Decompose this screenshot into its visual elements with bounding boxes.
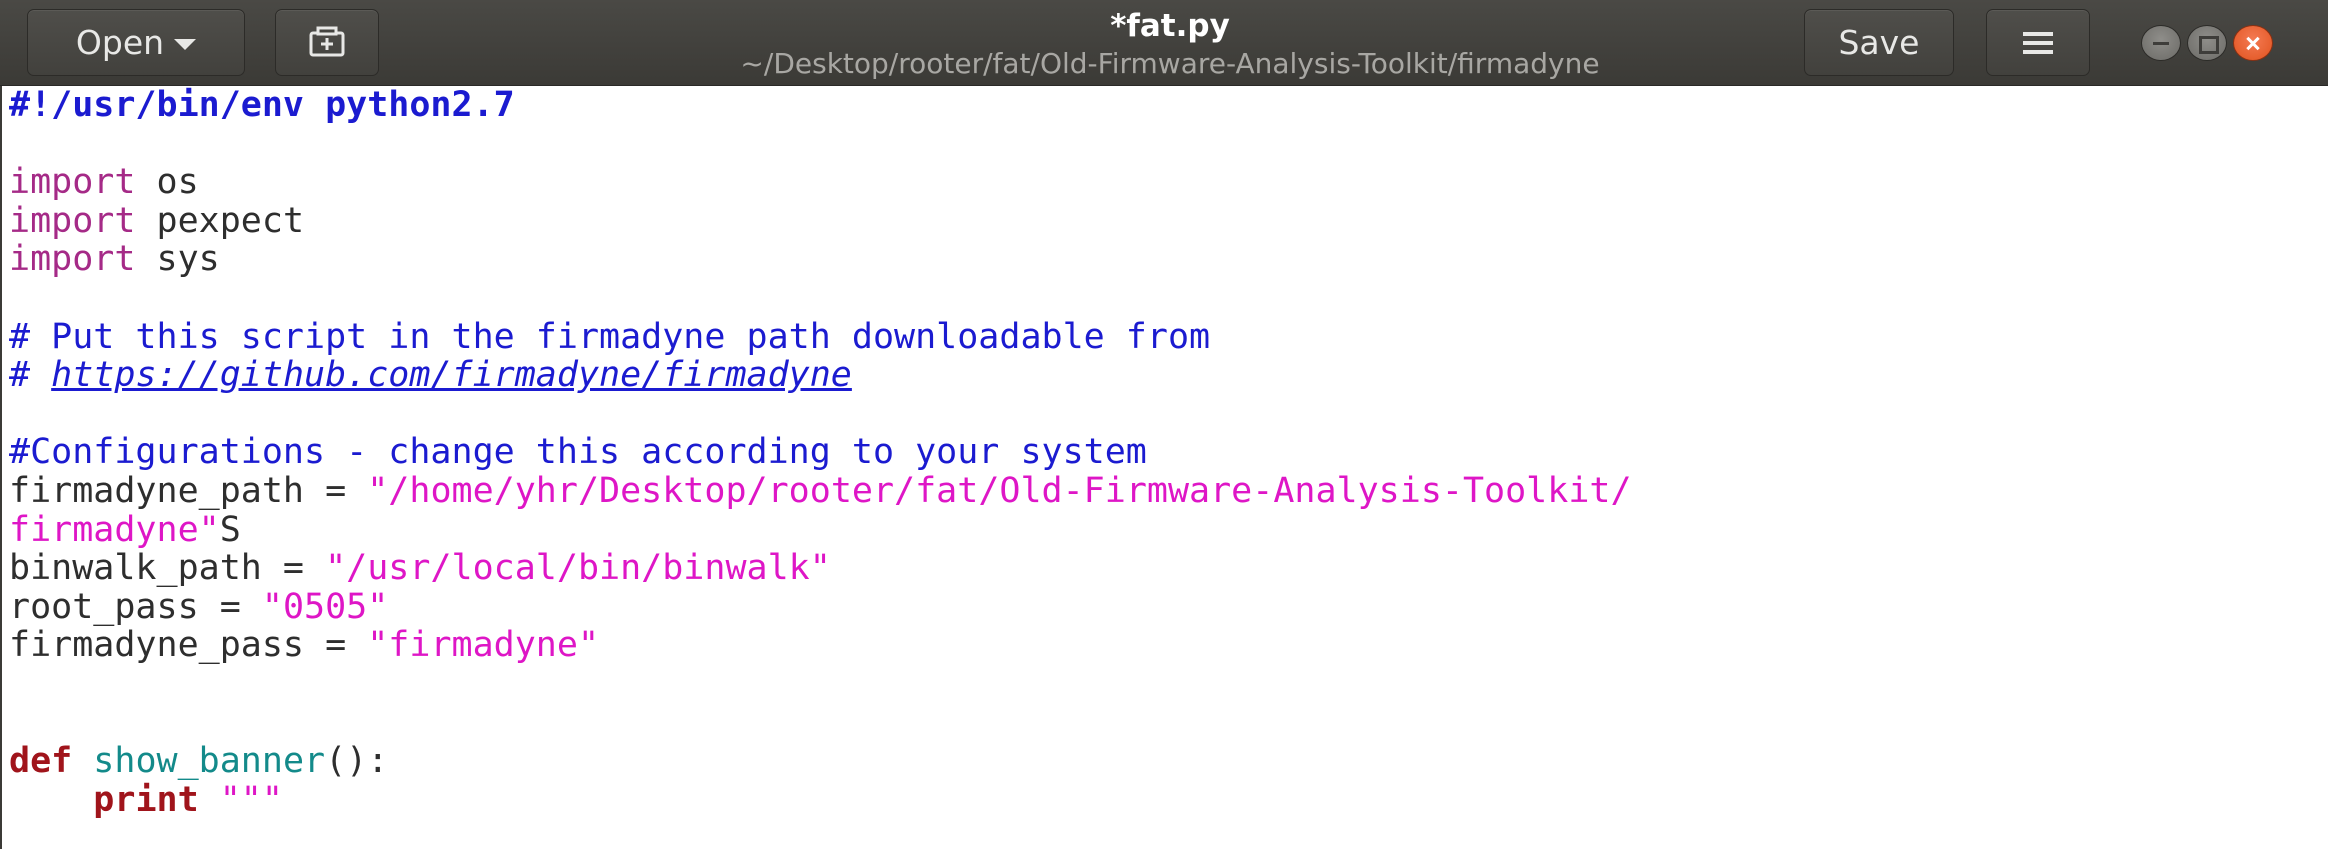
maximize-icon[interactable] — [2187, 25, 2227, 61]
code-line[interactable]: firmadyne"S — [9, 509, 1632, 550]
code-token-text: firmadyne_pass = — [9, 625, 368, 666]
code-line[interactable]: import pexpect — [9, 200, 1632, 241]
code-token-kw: import — [9, 200, 136, 241]
code-line[interactable]: def show_banner(): — [9, 742, 1632, 781]
menu-button[interactable] — [1986, 9, 2090, 76]
code-token-string: "firmadyne" — [367, 625, 600, 666]
code-token-url[interactable]: https://github.com/firmadyne/firmadyne — [51, 355, 852, 395]
code-token-text: os — [135, 162, 199, 203]
code-token-def: print — [93, 779, 199, 820]
code-token-string: "/usr/local/bin/binwalk" — [325, 548, 831, 589]
code-line[interactable] — [9, 665, 1632, 704]
code-line[interactable]: firmadyne_pass = "firmadyne" — [9, 626, 1632, 665]
save-button[interactable]: Save — [1804, 9, 1954, 76]
new-document-icon — [309, 26, 345, 56]
code-line[interactable]: print """ — [9, 779, 1632, 820]
minimize-icon[interactable] — [2141, 25, 2181, 61]
code-token-string: """ — [219, 779, 283, 820]
open-button-label: Open — [75, 23, 165, 62]
code-token-func: show_banner — [93, 741, 326, 782]
code-token-string: "/home/yhr/Desktop/rooter/fat/Old-Firmwa… — [367, 470, 1632, 511]
code-line[interactable]: #!/usr/bin/env python2.7 — [9, 86, 1632, 125]
code-token-shebang: #!/usr/bin/env python2.7 — [9, 86, 515, 125]
code-token-string: firmadyne" — [9, 509, 220, 550]
hamburger-menu-icon — [2023, 31, 2053, 54]
code-token-text: pexpect — [135, 200, 305, 241]
code-token-text: binwalk_path = — [9, 548, 326, 589]
code-line[interactable] — [9, 279, 1632, 318]
window-title: *fat.py ~/Desktop/rooter/fat/Old-Firmwar… — [560, 6, 1780, 82]
code-token-text: S — [219, 509, 241, 550]
code-token-string: "0505" — [261, 586, 389, 627]
document-path: ~/Desktop/rooter/fat/Old-Firmware-Analys… — [740, 47, 1600, 80]
code-line[interactable]: import os — [9, 163, 1632, 202]
document-title: *fat.py — [1110, 8, 1230, 44]
code-editor[interactable]: #!/usr/bin/env python2.7 import os import… — [0, 86, 2328, 849]
code-line[interactable]: binwalk_path = "/usr/local/bin/binwalk" — [9, 549, 1632, 588]
code-token-comment: # — [9, 355, 52, 396]
code-text[interactable]: #!/usr/bin/env python2.7 import os import… — [9, 86, 1632, 819]
code-token-text: firmadyne_path = — [9, 470, 368, 511]
code-token-comment: #Configurations - change this according … — [9, 432, 1147, 473]
open-button[interactable]: Open — [27, 9, 245, 76]
code-line[interactable]: #Configurations - change this according … — [9, 433, 1632, 472]
code-token-kw: import — [9, 239, 136, 280]
code-token-text: (): — [325, 741, 389, 782]
code-line[interactable]: root_pass = "0505" — [9, 586, 1632, 627]
code-line[interactable] — [9, 395, 1632, 434]
code-line[interactable]: import sys — [9, 240, 1632, 279]
header-bar: Open *fat.py ~/Desktop/rooter/fat/Old-Fi… — [0, 0, 2328, 86]
code-line[interactable] — [9, 704, 1632, 743]
save-button-label: Save — [1838, 23, 1920, 62]
code-token-comment: # Put this script in the firmadyne path … — [9, 316, 1211, 357]
code-line[interactable] — [9, 125, 1632, 164]
chevron-down-icon — [174, 39, 197, 50]
code-line[interactable]: firmadyne_path = "/home/yhr/Desktop/root… — [9, 472, 1632, 511]
new-tab-button[interactable] — [275, 9, 379, 76]
code-line[interactable]: # Put this script in the firmadyne path … — [9, 316, 1632, 357]
code-token-text: root_pass = — [9, 586, 262, 627]
code-token-def: def — [9, 741, 73, 782]
code-token-kw: import — [9, 162, 136, 203]
code-token-text: sys — [135, 239, 220, 280]
close-icon[interactable] — [2233, 25, 2273, 61]
code-line[interactable]: # https://github.com/firmadyne/firmadyne — [9, 356, 1632, 395]
